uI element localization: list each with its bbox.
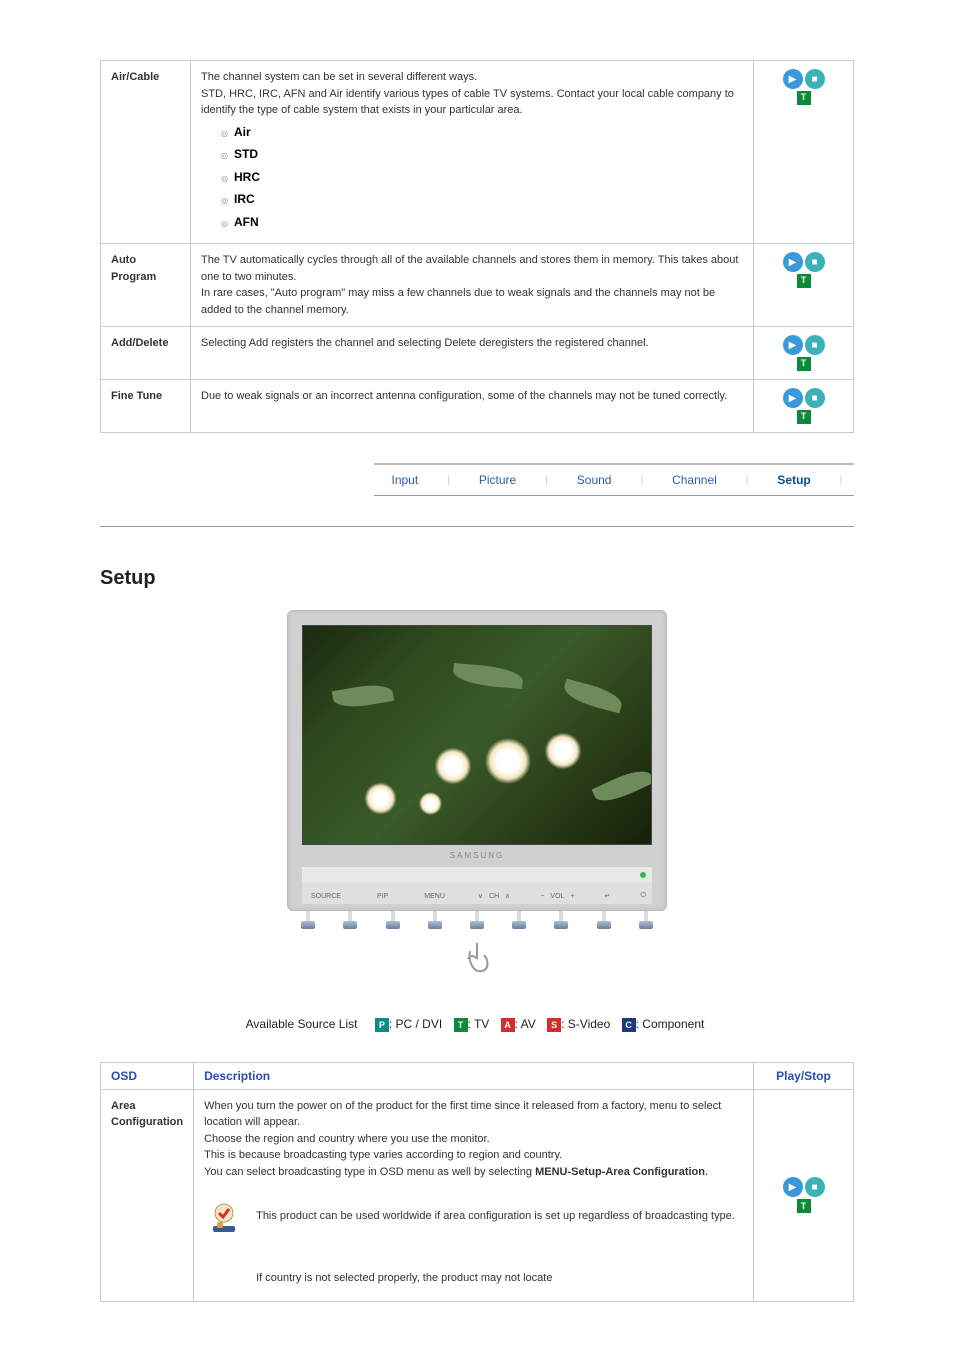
monitor-brand: SAMSUNG bbox=[302, 845, 652, 866]
row-areaconfig-desc: When you turn the power on of the produc… bbox=[194, 1089, 754, 1301]
available-source-list: Available Source List P: PC / DVI T: TV … bbox=[100, 1017, 854, 1032]
play-icon[interactable]: ▶ bbox=[783, 335, 803, 355]
t-badge-icon: T bbox=[797, 274, 811, 288]
tab-sound[interactable]: Sound bbox=[571, 471, 618, 489]
row-autoprogram-name: Auto Program bbox=[101, 244, 191, 327]
monitor-speaker-bar bbox=[302, 866, 652, 882]
stop-icon[interactable]: ■ bbox=[805, 252, 825, 272]
divider bbox=[100, 526, 854, 527]
tab-input[interactable]: Input bbox=[386, 471, 425, 489]
play-icon[interactable]: ▶ bbox=[783, 388, 803, 408]
monitor-controls: SOURCE PIP MENU ∨ CH ∧ − VOL + ↵ ⏻ bbox=[302, 882, 652, 904]
ctrl-pip[interactable]: PIP bbox=[374, 893, 391, 900]
setup-table: OSD Description Play/Stop Area Configura… bbox=[100, 1062, 854, 1302]
note-1: This product can be used worldwide if ar… bbox=[204, 1196, 743, 1242]
row-areaconfig-name: Area Configuration bbox=[101, 1089, 194, 1301]
header-description: Description bbox=[194, 1062, 754, 1089]
row-finetune-desc: Due to weak signals or an incorrect ante… bbox=[191, 380, 754, 433]
a-badge-icon: A bbox=[501, 1018, 515, 1032]
tab-channel[interactable]: Channel bbox=[666, 471, 723, 489]
p-badge-icon: P bbox=[375, 1018, 389, 1032]
note-2: If country is not selected properly, the… bbox=[204, 1258, 743, 1293]
areaconfig-play-cell: ▶ ■ T bbox=[754, 1089, 854, 1301]
autoprogram-play-cell: ▶ ■ T bbox=[754, 244, 854, 327]
adddelete-play-cell: ▶ ■ T bbox=[754, 327, 854, 380]
aircable-play-cell: ▶ ■ T bbox=[754, 61, 854, 244]
aircable-options-list: Air STD HRC IRC AFN bbox=[201, 123, 743, 232]
ctrl-menu[interactable]: MENU bbox=[421, 893, 448, 900]
finetune-play-cell: ▶ ■ T bbox=[754, 380, 854, 433]
play-icon[interactable]: ▶ bbox=[783, 1177, 803, 1197]
source-list-label: Available Source List bbox=[246, 1017, 358, 1031]
row-adddelete-desc: Selecting Add registers the channel and … bbox=[191, 327, 754, 380]
header-osd: OSD bbox=[101, 1062, 194, 1089]
stop-icon[interactable]: ■ bbox=[805, 69, 825, 89]
c-badge-icon: C bbox=[622, 1018, 636, 1032]
ch-up-icon[interactable]: ∧ bbox=[505, 892, 510, 900]
monitor-body: SAMSUNG SOURCE PIP MENU ∨ CH ∧ − VOL + ↵… bbox=[287, 610, 667, 911]
stop-icon[interactable]: ■ bbox=[805, 388, 825, 408]
row-adddelete-name: Add/Delete bbox=[101, 327, 191, 380]
t-badge-icon: T bbox=[797, 410, 811, 424]
s-badge-icon: S bbox=[547, 1018, 561, 1032]
power-icon[interactable]: ⏻ bbox=[640, 892, 646, 900]
header-playstop: Play/Stop bbox=[754, 1062, 854, 1089]
enter-icon[interactable]: ↵ bbox=[605, 892, 611, 900]
row-aircable-desc: The channel system can be set in several… bbox=[191, 61, 754, 244]
play-icon[interactable]: ▶ bbox=[783, 252, 803, 272]
play-icon[interactable]: ▶ bbox=[783, 69, 803, 89]
row-autoprogram-desc: The TV automatically cycles through all … bbox=[191, 244, 754, 327]
ctrl-source[interactable]: SOURCE bbox=[308, 893, 344, 900]
ctrl-ch-group: ∨ CH ∧ bbox=[478, 892, 510, 900]
section-title: Setup bbox=[100, 567, 854, 590]
ctrl-vol: VOL bbox=[550, 893, 564, 900]
monitor-illustration: SAMSUNG SOURCE PIP MENU ∨ CH ∧ − VOL + ↵… bbox=[267, 610, 687, 997]
row-aircable-name: Air/Cable bbox=[101, 61, 191, 244]
vol-down-icon[interactable]: − bbox=[540, 893, 544, 900]
tab-setup[interactable]: Setup bbox=[771, 471, 816, 489]
hand-pointer-icon bbox=[447, 941, 507, 981]
ctrl-ch: CH bbox=[489, 893, 499, 900]
t-badge-icon: T bbox=[797, 91, 811, 105]
check-note-icon bbox=[204, 1202, 244, 1236]
tab-picture[interactable]: Picture bbox=[473, 471, 522, 489]
vol-up-icon[interactable]: + bbox=[570, 893, 574, 900]
section-tabs: Input | Picture | Sound | Channel | Setu… bbox=[374, 463, 854, 496]
t-badge-icon: T bbox=[797, 1199, 811, 1213]
monitor-legs bbox=[287, 911, 667, 937]
t-badge-icon: T bbox=[797, 357, 811, 371]
monitor-screen bbox=[302, 625, 652, 845]
stop-icon[interactable]: ■ bbox=[805, 1177, 825, 1197]
ctrl-vol-group: − VOL + bbox=[540, 893, 574, 900]
stop-icon[interactable]: ■ bbox=[805, 335, 825, 355]
row-finetune-name: Fine Tune bbox=[101, 380, 191, 433]
channel-settings-table: Air/Cable The channel system can be set … bbox=[100, 60, 854, 433]
ch-down-icon[interactable]: ∨ bbox=[478, 892, 483, 900]
t-badge-icon: T bbox=[454, 1018, 468, 1032]
